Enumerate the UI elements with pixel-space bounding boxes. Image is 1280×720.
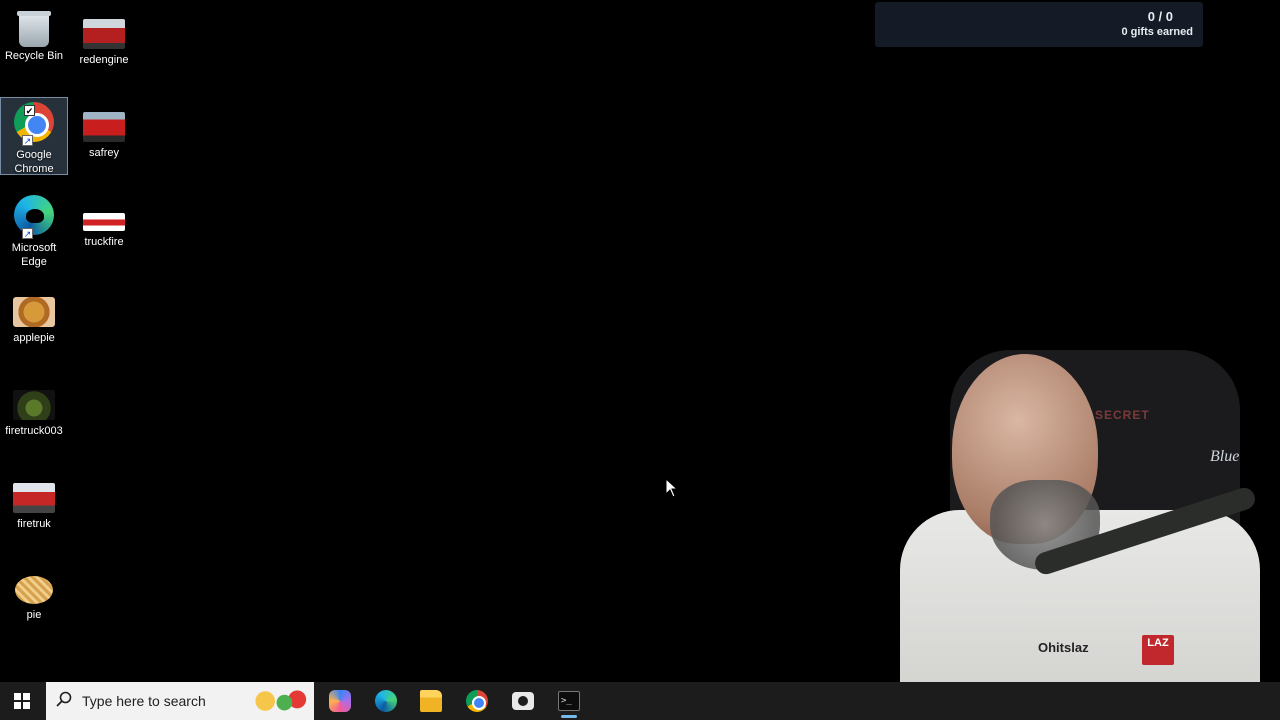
desktop-icon-firetruck003[interactable]: firetruck003	[0, 385, 68, 463]
taskbar-app-copilot[interactable]	[317, 682, 363, 720]
file-explorer-icon	[420, 690, 442, 712]
gifts-widget: 0 / 0 0 gifts earned	[875, 2, 1203, 47]
start-button[interactable]	[0, 682, 44, 720]
chrome-icon	[466, 690, 488, 712]
desktop-icon-applepie[interactable]: applepie	[0, 292, 68, 370]
desktop-icon-google-chrome[interactable]: ✔ ↗ Google Chrome	[0, 97, 68, 175]
shortcut-arrow-icon: ↗	[22, 228, 33, 239]
desktop-icon-label: safrey	[89, 147, 119, 159]
chrome-icon: ✔ ↗	[12, 102, 56, 146]
desktop-icon-safrey[interactable]: safrey	[70, 107, 138, 185]
taskbar-app-camera[interactable]	[500, 682, 546, 720]
desktop-icon-label: applepie	[13, 332, 55, 344]
image-thumbnail-icon	[15, 576, 53, 604]
edge-icon	[375, 690, 397, 712]
image-thumbnail-icon	[13, 390, 55, 420]
microphone-brand: Blue	[1210, 448, 1240, 465]
taskbar-app-file-explorer[interactable]	[408, 682, 454, 720]
shirt-badge: LAZ	[1142, 635, 1174, 665]
taskbar-app-edge[interactable]	[363, 682, 409, 720]
desktop-icon-label: Microsoft Edge	[11, 242, 57, 268]
desktop-icon-microsoft-edge[interactable]: ↗ Microsoft Edge	[0, 190, 68, 268]
desktop-icon-label: truckfire	[84, 236, 124, 248]
shirt-text: Ohitslaz	[1038, 640, 1089, 655]
image-thumbnail-icon	[83, 19, 125, 49]
desktop-icon-label: redengine	[79, 54, 129, 66]
search-placeholder: Type here to search	[82, 693, 206, 709]
image-thumbnail-icon	[83, 213, 125, 231]
desktop-icon-label: Recycle Bin	[4, 50, 64, 62]
gifts-earned-label: 0 gifts earned	[1121, 26, 1193, 38]
edge-icon: ↗	[12, 195, 56, 239]
desktop-icon-firetruk[interactable]: firetruk	[0, 478, 68, 556]
shortcut-arrow-icon: ↗	[22, 135, 33, 146]
desktop-icon-redengine[interactable]: redengine	[70, 14, 138, 92]
windows-logo-icon	[14, 693, 30, 709]
camera-icon	[512, 692, 534, 710]
recycle-bin-icon	[17, 11, 51, 47]
desktop-icon-label: firetruck003	[5, 425, 63, 437]
desktop-icon-label: firetruk	[17, 518, 51, 530]
copilot-icon	[329, 690, 351, 712]
gifts-count: 0 / 0	[1147, 9, 1173, 24]
image-thumbnail-icon	[83, 112, 125, 142]
desktop-icon-pie[interactable]: pie	[0, 571, 68, 649]
desktop-icon-recycle-bin[interactable]: Recycle Bin	[0, 4, 68, 82]
image-thumbnail-icon	[13, 297, 55, 327]
taskbar-search-box[interactable]: Type here to search	[46, 682, 314, 720]
taskbar: Type here to search >_	[0, 682, 1280, 720]
webcam-overlay: SECRET Blue Ohitslaz LAZ	[880, 330, 1280, 720]
search-highlight-icon[interactable]	[246, 685, 310, 717]
desktop-icon-label: pie	[26, 609, 42, 621]
terminal-icon: >_	[558, 691, 580, 711]
desktop-icon-truckfire[interactable]: truckfire	[70, 200, 138, 278]
desktop-icon-label: Google Chrome	[14, 149, 54, 175]
taskbar-app-chrome[interactable]	[454, 682, 500, 720]
taskbar-app-terminal[interactable]: >_	[546, 682, 592, 720]
image-thumbnail-icon	[13, 483, 55, 513]
search-icon	[56, 691, 72, 707]
checkbox-icon[interactable]: ✔	[24, 105, 35, 116]
desktop[interactable]: Recycle Bin ✔ ↗ Google Chrome ↗ Microsof…	[0, 0, 1280, 720]
chair-text: SECRET	[1095, 408, 1150, 422]
